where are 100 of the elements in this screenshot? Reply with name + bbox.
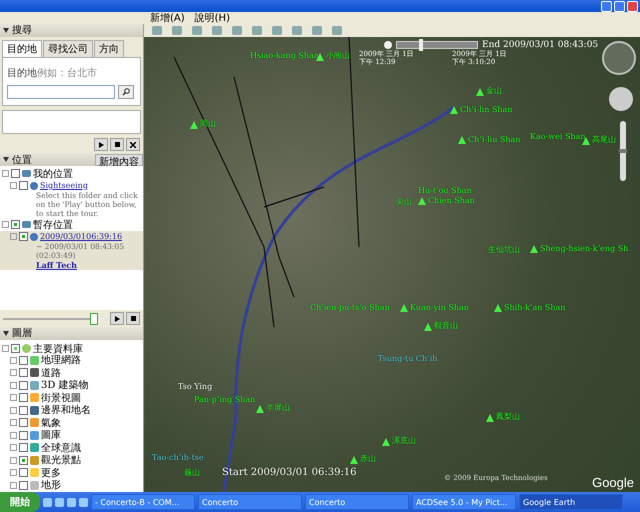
- taskbar-button[interactable]: - Concerto-B - COM...: [91, 494, 195, 510]
- expand-icon[interactable]: [10, 182, 17, 189]
- stop-icon: [114, 142, 120, 147]
- mountain-icon[interactable]: [530, 245, 538, 253]
- tree-label[interactable]: 街景視圖: [41, 390, 81, 405]
- end-time-label: End 2009/03/01 08:43:05: [482, 40, 598, 50]
- checkbox[interactable]: [19, 443, 28, 452]
- collapse-icon[interactable]: [2, 170, 9, 177]
- folder-icon: [22, 221, 31, 228]
- close-icon: [130, 142, 136, 148]
- clock-icon[interactable]: [384, 41, 392, 49]
- collapse-icon[interactable]: [2, 221, 9, 228]
- tree-label[interactable]: 全球意識: [41, 440, 81, 455]
- tree-label[interactable]: 觀光景點: [41, 453, 81, 468]
- checkbox[interactable]: [19, 468, 28, 478]
- mountain-icon[interactable]: [486, 414, 494, 422]
- add-content-button[interactable]: 新增內容: [95, 154, 143, 166]
- map-label: 尖山: [396, 196, 412, 207]
- mountain-icon[interactable]: [256, 405, 264, 413]
- zoom-slider[interactable]: [620, 121, 626, 181]
- map-label: Chien Shan: [428, 196, 475, 205]
- checkbox[interactable]: [19, 430, 28, 440]
- zoom-slider-thumb[interactable]: [619, 149, 627, 153]
- tree-label[interactable]: 道路: [41, 366, 61, 380]
- checkbox[interactable]: [19, 368, 28, 378]
- look-control[interactable]: [602, 41, 636, 75]
- mountain-icon[interactable]: [382, 438, 390, 446]
- tree-label[interactable]: 更多: [41, 466, 61, 480]
- mountain-icon[interactable]: [350, 456, 358, 464]
- close-button[interactable]: [126, 138, 140, 151]
- database-icon: [22, 344, 31, 353]
- checkbox[interactable]: [19, 480, 28, 490]
- time-slider[interactable]: [396, 41, 478, 49]
- mountain-icon[interactable]: [476, 88, 484, 96]
- slider-thumb[interactable]: [90, 312, 98, 324]
- panel-header[interactable]: 搜尋: [0, 24, 143, 37]
- menu-item[interactable]: 新增(A): [150, 11, 185, 25]
- tab[interactable]: 目的地: [2, 40, 42, 57]
- mountain-icon[interactable]: [316, 53, 324, 61]
- play-button[interactable]: [110, 312, 124, 325]
- tree-label[interactable]: 氣象: [41, 416, 61, 430]
- play-icon: [114, 316, 120, 322]
- search-field[interactable]: [7, 85, 115, 99]
- mountain-icon[interactable]: [494, 304, 502, 312]
- stop-button[interactable]: [110, 138, 124, 151]
- author-link[interactable]: Laff Tech: [8, 260, 143, 270]
- tree-label[interactable]: 邊界和地名: [41, 403, 91, 418]
- mountain-icon[interactable]: [418, 197, 426, 205]
- globe-icon: [30, 232, 38, 240]
- map-label: Tao-ch’ih-tse: [152, 453, 204, 462]
- panel-header[interactable]: 圖層: [0, 327, 143, 340]
- tab[interactable]: 方向: [94, 40, 124, 57]
- tree-label[interactable]: 3D 建築物: [41, 378, 89, 392]
- checkbox[interactable]: [19, 406, 28, 415]
- checkbox[interactable]: [19, 393, 28, 402]
- checkbox[interactable]: [19, 232, 28, 241]
- checkbox[interactable]: [11, 169, 20, 178]
- checkbox[interactable]: [19, 356, 28, 365]
- map-label: Hu-t’ou Shan: [418, 186, 472, 195]
- stop-button[interactable]: [126, 312, 140, 325]
- start-button[interactable]: 開始: [0, 492, 40, 512]
- mountain-icon[interactable]: [450, 106, 458, 114]
- menu-item[interactable]: 說明(H): [194, 11, 230, 25]
- search-button[interactable]: [118, 85, 134, 99]
- collapse-arrow-icon: [3, 157, 9, 162]
- checkbox[interactable]: [11, 344, 20, 353]
- panel-header[interactable]: 位置: [3, 152, 32, 166]
- tree-label[interactable]: 暫存位置: [33, 218, 73, 232]
- checkbox[interactable]: [11, 220, 20, 229]
- checkbox[interactable]: [19, 456, 28, 465]
- tree-link[interactable]: Sightseeing: [40, 181, 88, 190]
- collapse-icon[interactable]: [2, 345, 9, 352]
- map-label: 鳳梨山: [496, 411, 520, 422]
- tree-link[interactable]: 2009/03/0106:39:16: [40, 232, 122, 241]
- checkbox[interactable]: [19, 181, 28, 190]
- tree-label[interactable]: 地形: [41, 478, 61, 492]
- tab[interactable]: 尋找公司: [43, 40, 93, 57]
- play-button[interactable]: [94, 138, 108, 151]
- checkbox[interactable]: [19, 418, 28, 428]
- map-label: 漯底山: [392, 435, 416, 446]
- taskbar-button[interactable]: ACDSee 5.0 - My Pict...: [412, 494, 516, 510]
- checkbox[interactable]: [19, 380, 28, 390]
- minimize-button[interactable]: [601, 0, 612, 12]
- mountain-icon[interactable]: [190, 121, 198, 129]
- time-slider-thumb[interactable]: [419, 39, 423, 51]
- tree-label[interactable]: 圖庫: [41, 428, 61, 442]
- maximize-button[interactable]: [614, 0, 625, 12]
- tour-slider[interactable]: [3, 312, 96, 324]
- move-control[interactable]: [609, 87, 633, 111]
- mountain-icon[interactable]: [424, 323, 432, 331]
- stop-icon: [130, 316, 136, 321]
- map-label: 半屏山: [266, 402, 290, 413]
- tree-label[interactable]: 我的位置: [33, 166, 73, 180]
- taskbar-button[interactable]: Concerto: [198, 494, 302, 510]
- mountain-icon[interactable]: [400, 304, 408, 312]
- taskbar-button[interactable]: Concerto: [305, 494, 409, 510]
- mountain-icon[interactable]: [458, 136, 466, 144]
- tree-label[interactable]: 主要資料庫: [33, 342, 83, 356]
- tree-label[interactable]: 地理網路: [41, 353, 81, 368]
- taskbar-button[interactable]: Google Earth: [519, 494, 623, 510]
